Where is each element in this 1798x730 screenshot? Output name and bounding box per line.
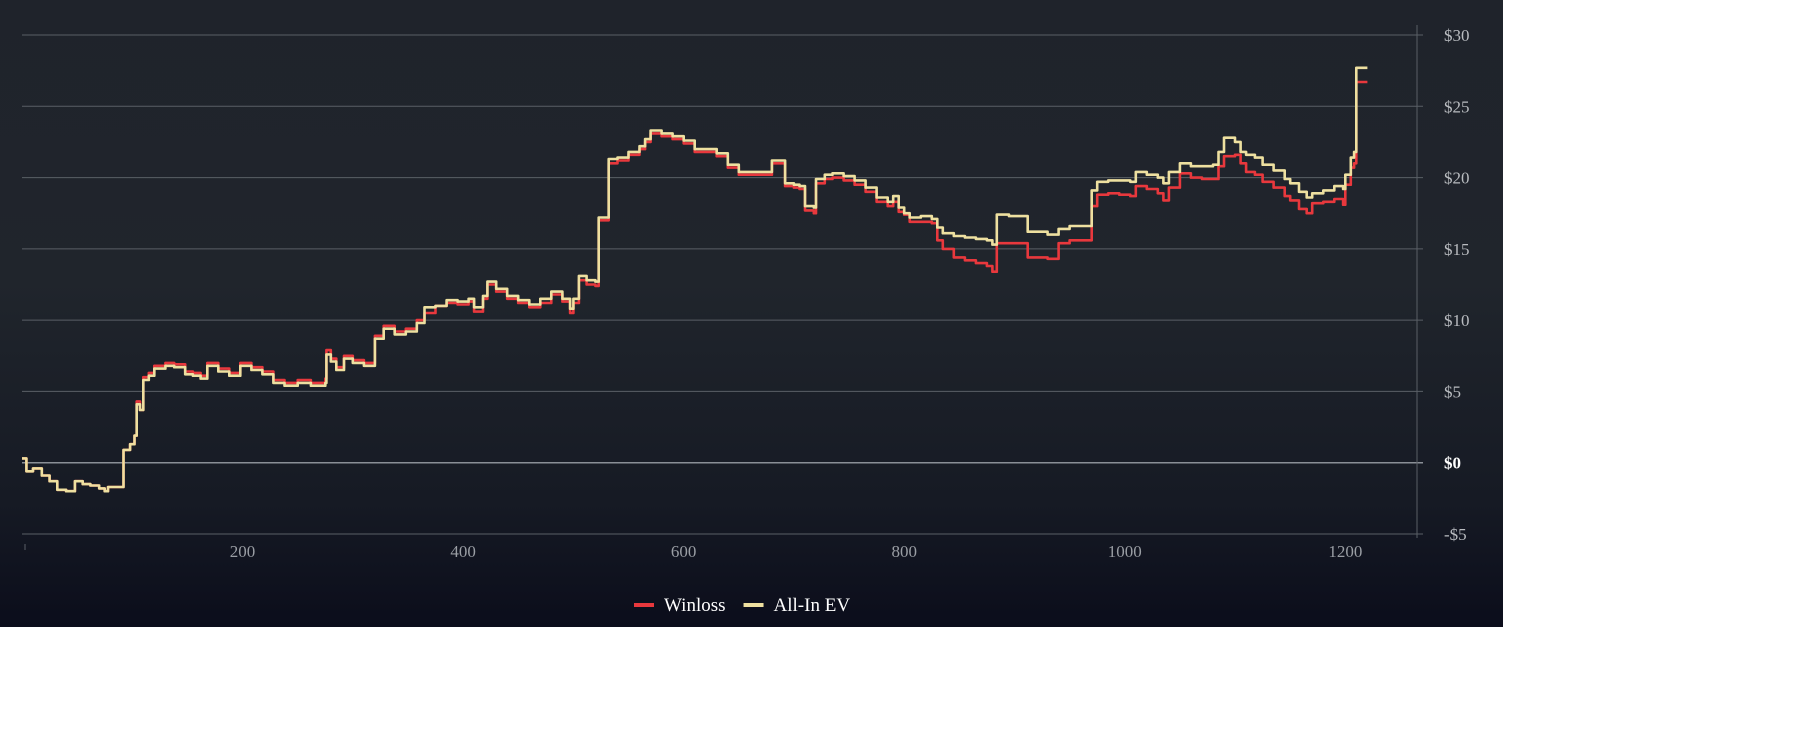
grid-lines	[22, 34, 1423, 535]
series-lines	[22, 66, 1368, 493]
legend: Winloss All-In EV	[634, 595, 850, 616]
x-tick-label: 1200	[1328, 542, 1362, 561]
y-tick-label: $20	[1444, 169, 1470, 188]
x-tick-label: 200	[230, 542, 256, 561]
x-tick-label: 1000	[1108, 542, 1142, 561]
y-axis-tick-labels: -$5 $0 $5 $10 $15 $20 $25 $30	[1444, 26, 1470, 544]
y-tick-label: $0	[1444, 454, 1461, 473]
y-tick-label: $15	[1444, 240, 1470, 259]
legend-label: Winloss	[664, 595, 726, 616]
y-tick-label: -$5	[1444, 525, 1467, 544]
series-line-all-in-ev	[22, 66, 1368, 493]
x-tick-label: 600	[671, 542, 697, 561]
x-axis-tick-labels: 200 400 600 800 1000 1200	[230, 542, 1363, 561]
y-tick-label: $25	[1444, 97, 1470, 116]
y-tick-label: $30	[1444, 26, 1470, 45]
x-tick-label: 800	[891, 542, 917, 561]
y-tick-label: $10	[1444, 311, 1470, 330]
y-tick-label: $5	[1444, 382, 1461, 401]
legend-label: All-In EV	[774, 595, 851, 616]
axes	[24, 25, 1418, 550]
winloss-chart: -$5 $0 $5 $10 $15 $20 $25 $30 200 400 600 800 1000 1…	[22, 25, 1470, 616]
chart-panel: -$5 $0 $5 $10 $15 $20 $25 $30 200 400 600 800 1000 1…	[0, 0, 1503, 627]
x-tick-label: 400	[450, 542, 476, 561]
